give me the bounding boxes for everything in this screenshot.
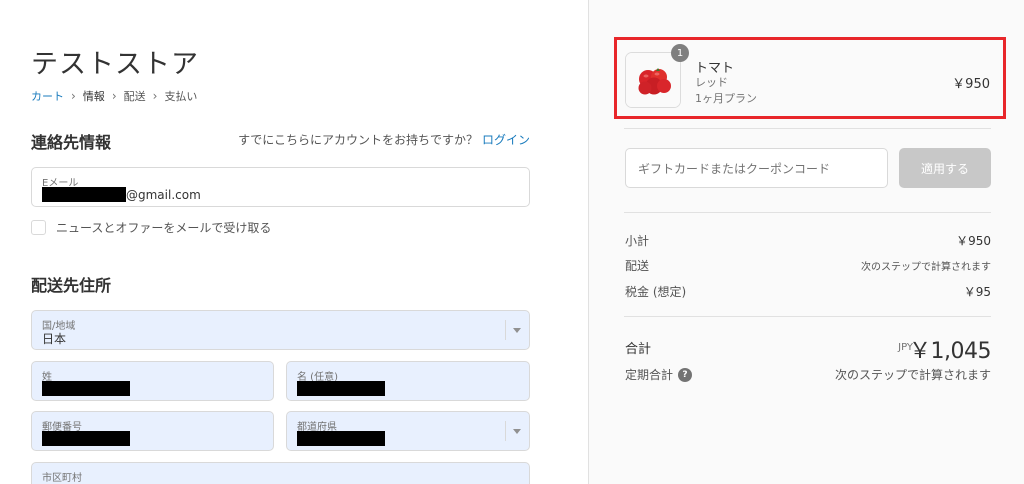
- newsletter-checkbox[interactable]: [31, 220, 46, 235]
- postal-code-field[interactable]: 郵便番号: [31, 411, 274, 451]
- chevron-right-icon: ›: [71, 89, 76, 103]
- store-title[interactable]: テストストア: [31, 42, 199, 81]
- divider: [624, 316, 991, 317]
- checkout-form-panel: テストストア カート › 情報 › 配送 › 支払い 連絡先情報 すでにこちらに…: [0, 0, 588, 484]
- breadcrumb-cart[interactable]: カート: [31, 88, 64, 104]
- chevron-right-icon: ›: [152, 89, 158, 103]
- redacted-block: [297, 431, 385, 446]
- dropdown-arrow-icon[interactable]: [505, 421, 521, 441]
- last-name-field[interactable]: 姓: [31, 361, 274, 401]
- total-label: 合計: [625, 342, 652, 357]
- email-value: @gmail.com: [42, 187, 201, 202]
- shipping-section-title: 配送先住所: [31, 276, 112, 295]
- breadcrumb-info: 情報: [82, 90, 105, 103]
- product-highlight-box: [614, 37, 1006, 119]
- country-select[interactable]: 国/地域 日本: [31, 310, 530, 350]
- prefecture-value: [297, 431, 385, 446]
- coupon-input[interactable]: ギフトカードまたはクーポンコード: [625, 148, 888, 188]
- divider: [624, 128, 991, 129]
- login-link[interactable]: ログイン: [482, 133, 530, 147]
- account-prompt-text: すでにこちらにアカウントをお持ちですか？: [238, 133, 478, 147]
- breadcrumb: カート › 情報 › 配送 › 支払い: [31, 88, 197, 104]
- first-name-field[interactable]: 名 (任意): [286, 361, 530, 401]
- subtotal-value: ￥950: [956, 234, 991, 248]
- chevron-right-icon: ›: [111, 89, 117, 103]
- recurring-total-value: 次のステップで計算されます: [834, 368, 991, 382]
- shipping-value: 次のステップで計算されます: [861, 262, 991, 273]
- last-name-value: [42, 381, 130, 396]
- email-suffix: @gmail.com: [126, 187, 201, 202]
- country-value: 日本: [42, 332, 67, 346]
- redacted-block: [42, 431, 130, 446]
- newsletter-label: ニュースとオファーをメールで受け取る: [56, 221, 272, 235]
- contact-section-title: 連絡先情報: [31, 133, 112, 152]
- redacted-block: [42, 381, 130, 396]
- coupon-placeholder: ギフトカードまたはクーポンコード: [638, 161, 831, 176]
- prefecture-select[interactable]: 都道府県: [286, 411, 530, 451]
- help-icon[interactable]: ?: [678, 367, 693, 382]
- city-label: 市区町村: [42, 473, 82, 484]
- breadcrumb-payment: 支払い: [164, 90, 198, 103]
- dropdown-arrow-icon[interactable]: [505, 320, 521, 340]
- redacted-block: [297, 381, 385, 396]
- city-field[interactable]: 市区町村: [31, 462, 530, 484]
- tax-value: ￥95: [963, 285, 991, 299]
- email-field[interactable]: Eメール @gmail.com: [31, 167, 530, 207]
- postal-code-value: [42, 431, 130, 446]
- total-value: ￥1,045: [909, 339, 991, 364]
- redacted-block: [42, 187, 126, 202]
- newsletter-checkbox-row[interactable]: ニュースとオファーをメールで受け取る: [31, 219, 271, 236]
- account-prompt: すでにこちらにアカウントをお持ちですか？ ログイン: [238, 131, 530, 148]
- first-name-value: [297, 381, 385, 396]
- recurring-total-row: 定期合計 ?: [625, 366, 693, 383]
- subtotal-label: 小計: [625, 234, 650, 248]
- apply-coupon-button[interactable]: 適用する: [899, 148, 991, 188]
- divider: [624, 212, 991, 213]
- recurring-total-label: 定期合計: [625, 368, 674, 382]
- breadcrumb-shipping: 配送: [123, 90, 146, 103]
- tax-label: 税金 (想定): [625, 285, 687, 299]
- shipping-label: 配送: [625, 259, 650, 273]
